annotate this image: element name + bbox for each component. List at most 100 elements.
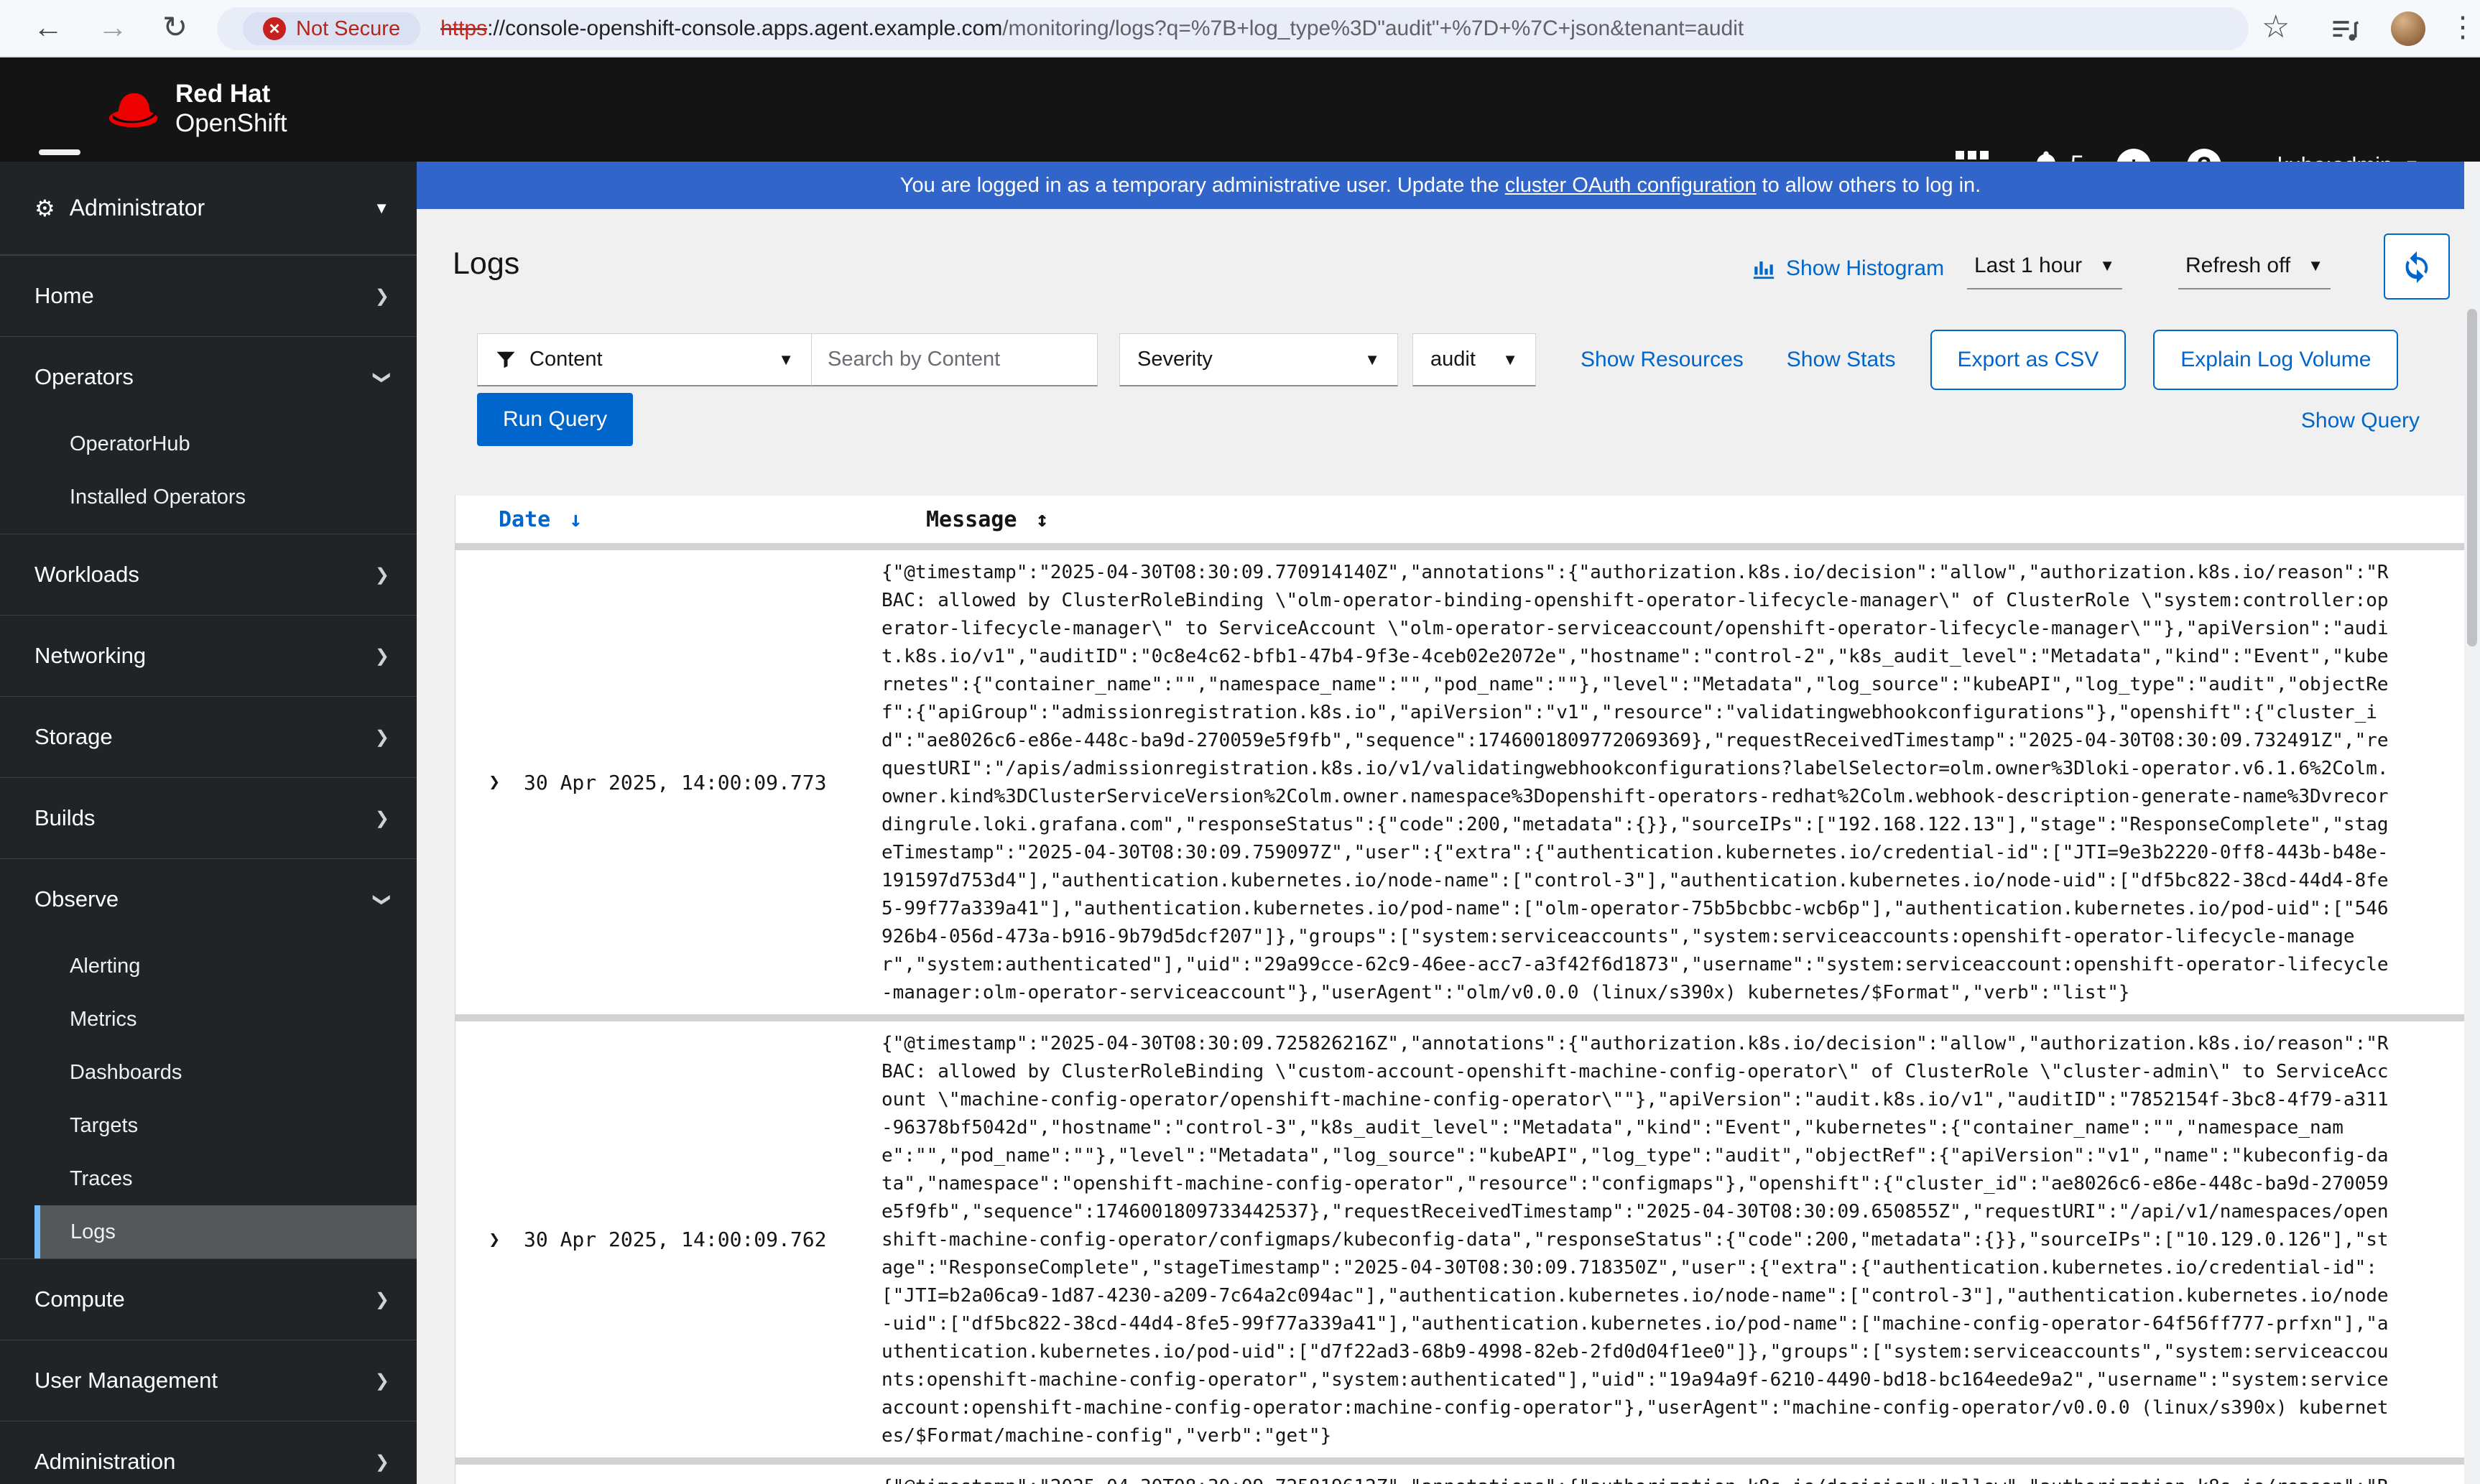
query-toolbar: Content ▼ Severity ▼ audit ▼ Show Resour… (477, 330, 2399, 390)
show-query-link[interactable]: Show Query (2301, 409, 2420, 433)
brand-logo[interactable]: Red Hat OpenShift (106, 79, 287, 138)
show-resources-link[interactable]: Show Resources (1581, 348, 1744, 372)
banner-text-before: You are logged in as a temporary adminis… (899, 173, 1499, 197)
sidebar-item-alerting[interactable]: Alerting (0, 940, 417, 993)
search-input[interactable] (828, 348, 1081, 371)
attribute-filter-select[interactable]: Content ▼ (477, 333, 812, 386)
show-stats-link[interactable]: Show Stats (1787, 348, 1896, 372)
chevron-down-icon: ▼ (1364, 350, 1380, 368)
sidebar-item-builds[interactable]: Builds ❯ (0, 778, 417, 858)
url-host: ://console-openshift-console.apps.agent.… (487, 17, 1003, 40)
redhat-hat-icon (108, 93, 158, 128)
sidebar-item-dashboards[interactable]: Dashboards (0, 1046, 417, 1099)
chevron-right-icon: ❯ (489, 771, 500, 793)
sidebar-item-compute[interactable]: Compute ❯ (0, 1259, 417, 1340)
back-icon[interactable]: ← (33, 10, 63, 45)
sidebar-item-administration[interactable]: Administration ❯ (0, 1422, 417, 1484)
explain-log-volume-button[interactable]: Explain Log Volume (2153, 330, 2399, 390)
log-row: {"@timestamp":"2025-04-30T08:30:09.72581… (455, 1457, 2464, 1484)
main-content: Logs Show Histogram Last 1 hour ▼ Refres… (417, 209, 2464, 1484)
show-histogram-link[interactable]: Show Histogram (1752, 256, 1944, 281)
sidebar-item-workloads[interactable]: Workloads ❯ (0, 534, 417, 615)
forward-icon[interactable]: → (98, 10, 128, 45)
sidebar-item-metrics[interactable]: Metrics (0, 993, 417, 1046)
reload-icon[interactable]: ↻ (162, 10, 188, 45)
sidebar-item-storage[interactable]: Storage ❯ (0, 697, 417, 777)
masthead: Red Hat OpenShift 5 + ? kube:admin ▼ (0, 57, 2480, 185)
expand-toggle[interactable]: ❯ (455, 550, 500, 1014)
browser-menu-icon[interactable]: ⋮ (2448, 10, 2477, 45)
log-row: ❯ 30 Apr 2025, 14:00:09.773 {"@timestamp… (455, 543, 2464, 1014)
perspective-label: Administrator (69, 195, 205, 221)
browser-toolbar: ← → ↻ ✕ Not Secure https://console-opens… (0, 0, 2480, 57)
sidebar-nav: ⚙ Administrator ▼ Home ❯ Operators ❯ Ope… (0, 162, 417, 1484)
refresh-interval-select[interactable]: Refresh off ▼ (2178, 244, 2331, 289)
sidebar-item-home[interactable]: Home ❯ (0, 256, 417, 336)
url-scheme: https (440, 17, 488, 40)
oauth-config-link[interactable]: cluster OAuth configuration (1505, 174, 1757, 198)
not-secure-label: Not Secure (296, 17, 401, 40)
chevron-down-icon: ▼ (374, 198, 389, 217)
chevron-right-icon: ❯ (374, 1452, 389, 1472)
log-message: {"@timestamp":"2025-04-30T08:30:09.72582… (882, 1033, 2389, 1447)
message-column-header[interactable]: Message ↕ (926, 507, 1049, 532)
log-message: {"@timestamp":"2025-04-30T08:30:09.72581… (882, 1465, 2389, 1484)
temp-admin-banner: You are logged in as a temporary adminis… (417, 162, 2464, 209)
sidebar-item-networking[interactable]: Networking ❯ (0, 616, 417, 696)
chevron-expanded-icon: ❯ (372, 369, 392, 385)
export-csv-button[interactable]: Export as CSV (1930, 330, 2127, 390)
sidebar-item-operators[interactable]: Operators ❯ (0, 337, 417, 417)
sidebar-item-traces[interactable]: Traces (0, 1152, 417, 1205)
perspective-switcher[interactable]: ⚙ Administrator ▼ (0, 162, 417, 255)
log-message: {"@timestamp":"2025-04-30T08:30:09.77091… (882, 562, 2389, 1003)
not-secure-icon: ✕ (263, 17, 286, 40)
sidebar-item-targets[interactable]: Targets (0, 1099, 417, 1152)
banner-text-after: to allow others to log in. (1762, 173, 1981, 197)
date-column-header[interactable]: Date ↓ (499, 507, 582, 532)
refresh-button[interactable] (2384, 233, 2450, 300)
sort-both-icon: ↕ (1035, 506, 1049, 532)
log-date: 30 Apr 2025, 14:00:09.762 (524, 1228, 827, 1251)
chevron-down-icon: ▼ (778, 350, 794, 368)
bookmark-star-icon[interactable]: ☆ (2262, 10, 2290, 45)
address-bar[interactable]: ✕ Not Secure https://console-openshift-c… (217, 7, 2249, 50)
tenant-select[interactable]: audit ▼ (1412, 333, 1536, 386)
chevron-right-icon: ❯ (374, 727, 389, 747)
log-date: 30 Apr 2025, 14:00:09.773 (524, 770, 827, 794)
browser-profile-avatar[interactable] (2391, 11, 2425, 46)
log-table: Date ↓ Message ↕ ❯ 30 Apr 2025, 14:00:09… (455, 496, 2464, 1484)
chevron-right-icon: ❯ (374, 808, 389, 828)
media-controls-icon[interactable] (2329, 14, 2361, 53)
not-secure-chip[interactable]: ✕ Not Secure (243, 12, 421, 45)
scrollbar-thumb[interactable] (2467, 309, 2477, 646)
expand-toggle[interactable] (455, 1465, 500, 1484)
url-path: /monitoring/logs?q=%7B+log_type%3D"audit… (1002, 17, 1744, 40)
filter-icon (496, 351, 515, 368)
brand-line1: Red Hat (175, 80, 271, 108)
content-search-field (812, 333, 1098, 386)
chevron-expanded-icon: ❯ (372, 891, 392, 907)
log-row: ❯ 30 Apr 2025, 14:00:09.762 {"@timestamp… (455, 1014, 2464, 1457)
page-scrollbar[interactable] (2464, 162, 2480, 1484)
severity-select[interactable]: Severity ▼ (1119, 333, 1398, 386)
log-table-header: Date ↓ Message ↕ (455, 496, 2464, 543)
log-date (500, 1465, 882, 1484)
chevron-right-icon: ❯ (374, 286, 389, 306)
chevron-down-icon: ▼ (1502, 350, 1518, 368)
sidebar-item-operatorhub[interactable]: OperatorHub (0, 417, 417, 470)
sync-icon (2405, 251, 2428, 283)
sidebar-item-logs[interactable]: Logs (34, 1205, 417, 1258)
sort-descending-icon: ↓ (569, 506, 583, 532)
chevron-right-icon: ❯ (374, 565, 389, 585)
histogram-icon (1753, 261, 1775, 279)
time-range-select[interactable]: Last 1 hour ▼ (1967, 244, 2122, 289)
brand-line2: OpenShift (175, 109, 287, 137)
chevron-right-icon: ❯ (374, 1289, 389, 1309)
sidebar-item-installed-operators[interactable]: Installed Operators (0, 470, 417, 524)
expand-toggle[interactable]: ❯ (455, 1021, 500, 1457)
sidebar-item-user-management[interactable]: User Management ❯ (0, 1340, 417, 1421)
run-query-button[interactable]: Run Query (477, 393, 634, 446)
page-title: Logs (453, 246, 520, 281)
sidebar-item-observe[interactable]: Observe ❯ (0, 859, 417, 940)
url-text[interactable]: https://console-openshift-console.apps.a… (440, 17, 1744, 41)
